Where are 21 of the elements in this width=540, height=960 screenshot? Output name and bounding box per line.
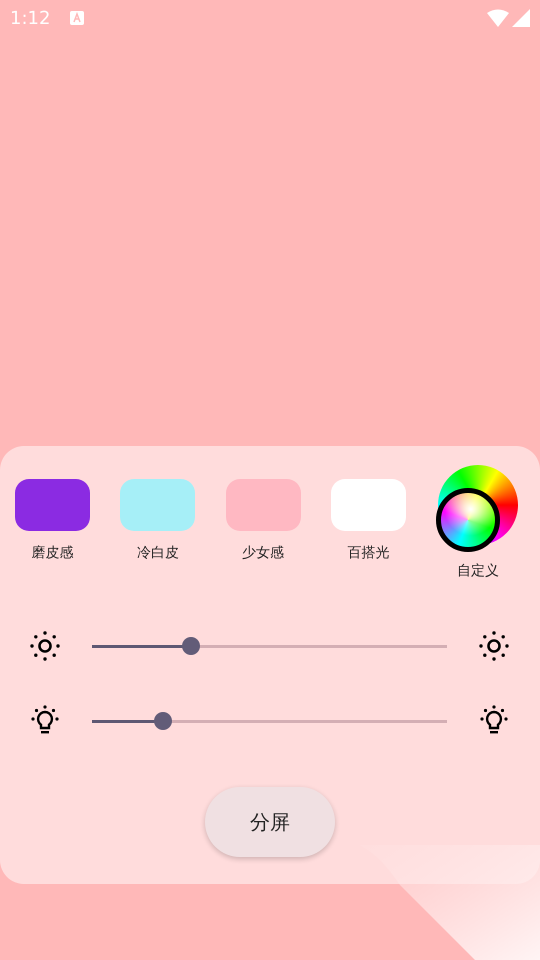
slider[interactable] — [92, 713, 447, 729]
preset-label: 自定义 — [457, 562, 499, 581]
preset-label: 磨皮感 — [32, 544, 74, 563]
slider[interactable] — [92, 638, 447, 654]
status-time: 1:12 — [10, 6, 50, 30]
color-swatch[interactable] — [120, 479, 196, 531]
color-swatch[interactable] — [15, 479, 90, 531]
split-screen-button[interactable]: 分屏 — [205, 787, 335, 857]
color-swatch[interactable] — [330, 479, 406, 531]
signal-icon — [512, 9, 530, 27]
slider-thumb[interactable] — [182, 637, 200, 655]
color-wheel[interactable] — [436, 465, 520, 551]
preset-label: 少女感 — [242, 544, 284, 563]
color-swatch[interactable] — [226, 479, 300, 531]
preset-label: 冷白皮 — [136, 544, 179, 563]
keyboard-icon — [70, 11, 84, 25]
preset-label: 百搭光 — [347, 544, 390, 563]
sun-icon — [479, 631, 509, 661]
sun-icon — [30, 631, 60, 661]
slider-thumb[interactable] — [154, 712, 172, 730]
wifi-icon — [487, 9, 509, 27]
